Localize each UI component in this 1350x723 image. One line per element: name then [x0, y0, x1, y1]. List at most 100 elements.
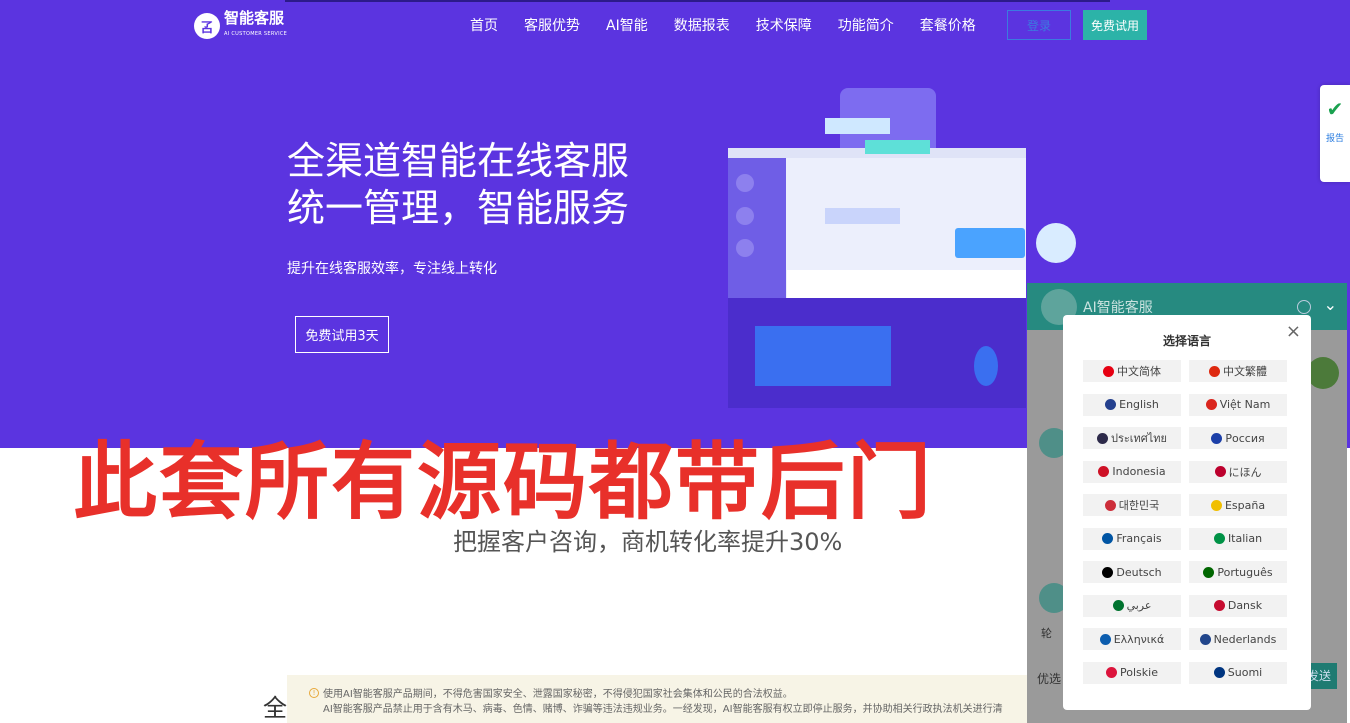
language-option[interactable]: España	[1189, 494, 1287, 516]
login-button[interactable]: 登录	[1007, 10, 1071, 40]
top-bar	[285, 0, 1110, 2]
language-label: 中文简体	[1117, 365, 1161, 378]
compliance-notice: ! 使用AI智能客服产品期间，不得危害国家安全、泄露国家秘密，不得侵犯国家社会集…	[287, 675, 1030, 723]
language-label: Français	[1116, 532, 1162, 545]
logo-icon: 叾	[194, 13, 220, 39]
flag-icon	[1096, 432, 1108, 444]
notice-line2: AI智能客服产品禁止用于含有木马、病毒、色情、赌博、诈骗等违法违规业务。一经发现…	[323, 704, 1003, 715]
flag-icon	[1210, 499, 1222, 511]
language-option[interactable]: Ελληνικά	[1083, 628, 1181, 650]
nav-ai[interactable]: AI智能	[606, 15, 648, 35]
language-option[interactable]: Français	[1083, 527, 1181, 550]
flag-icon	[1106, 667, 1118, 678]
flag-icon	[1105, 399, 1117, 410]
chevron-down-icon[interactable]: ⌄	[1324, 295, 1337, 314]
chat-title: AI智能客服	[1083, 299, 1153, 316]
nav-advantages[interactable]: 客服优势	[524, 15, 580, 35]
shield-check-icon: ✔	[1326, 97, 1344, 121]
main-nav: 首页 客服优势 AI智能 数据报表 技术保障 功能简介 套餐价格	[470, 15, 976, 35]
language-label: Việt Nam	[1219, 398, 1271, 411]
section-slogan: 把握客户咨询，商机转化率提升30%	[453, 528, 843, 556]
flag-icon	[1214, 466, 1226, 477]
language-label: Ελληνικά	[1113, 632, 1165, 646]
logo[interactable]: 叾 智能客服 AI CUSTOMER SERVICE	[194, 10, 287, 42]
flag-icon	[1211, 432, 1223, 444]
flag-icon	[1213, 600, 1225, 611]
flag-icon	[1213, 533, 1225, 544]
hero-subtitle: 提升在线客服效率，专注线上转化	[287, 261, 497, 277]
free-trial-button[interactable]: 免费试用	[1083, 10, 1147, 40]
section-heading: 全	[263, 694, 287, 722]
language-label: English	[1119, 398, 1159, 411]
nav-home[interactable]: 首页	[470, 15, 498, 35]
language-list: 中文简体 中文繁體 English Việt Nam ประเทศไทย Россия In…	[1083, 360, 1287, 684]
flag-icon	[1112, 600, 1124, 611]
logo-text: 智能客服	[224, 9, 285, 27]
language-option[interactable]: Россия	[1189, 427, 1287, 449]
language-option[interactable]: Dansk	[1189, 594, 1287, 617]
language-label: Suomi	[1227, 666, 1263, 679]
language-label: 대한민국	[1118, 499, 1160, 512]
language-option[interactable]: Polskie	[1083, 661, 1181, 684]
flag-icon	[1203, 566, 1215, 578]
nav-reports[interactable]: 数据报表	[674, 15, 730, 35]
language-label: Polskie	[1120, 666, 1158, 679]
language-option[interactable]: 대한민국	[1083, 494, 1181, 516]
language-option[interactable]: 中文简体	[1083, 360, 1181, 382]
hero-title-line1: 全渠道智能在线客服	[287, 139, 630, 183]
quick-reply-chip[interactable]: 轮	[1041, 625, 1052, 641]
language-option[interactable]: Nederlands	[1189, 628, 1287, 650]
language-label: にほん	[1228, 465, 1262, 479]
hero-title: 全渠道智能在线客服 统一管理，智能服务	[287, 138, 629, 232]
language-label: Deutsch	[1116, 565, 1162, 579]
language-option[interactable]: Indonesia	[1083, 460, 1181, 483]
warning-icon: !	[309, 688, 319, 698]
globe-icon[interactable]	[1297, 300, 1311, 314]
language-option[interactable]: ประเทศไทย	[1083, 427, 1181, 449]
language-label: ประเทศไทย	[1110, 432, 1168, 445]
nav-features[interactable]: 功能简介	[838, 15, 894, 35]
nav-tech[interactable]: 技术保障	[756, 15, 812, 35]
language-label: Россия	[1225, 431, 1265, 445]
logo-subtext: AI CUSTOMER SERVICE	[224, 31, 288, 37]
language-label: Dansk	[1227, 599, 1263, 612]
flag-icon	[1102, 566, 1114, 578]
language-option[interactable]: Italian	[1189, 527, 1287, 550]
flag-icon	[1102, 533, 1114, 544]
hero-title-line2: 统一管理，智能服务	[287, 186, 630, 230]
flag-icon	[1098, 466, 1110, 477]
nav-pricing[interactable]: 套餐价格	[920, 15, 976, 35]
flag-icon	[1199, 633, 1211, 645]
language-label: Italian	[1227, 532, 1263, 545]
chat-input-hint[interactable]: 优选	[1037, 670, 1061, 687]
language-option[interactable]: English	[1083, 393, 1181, 416]
language-option[interactable]: Deutsch	[1083, 561, 1181, 583]
language-option[interactable]: Việt Nam	[1189, 393, 1287, 416]
security-badge[interactable]: ✔ 报告	[1320, 85, 1350, 182]
flag-icon	[1104, 499, 1116, 511]
language-label: Indonesia	[1112, 465, 1166, 478]
language-option[interactable]: Português	[1189, 561, 1287, 583]
trial-3-days-button[interactable]: 免费试用3天	[295, 316, 389, 353]
flag-icon	[1209, 365, 1220, 377]
language-option[interactable]: にほん	[1189, 460, 1287, 483]
modal-title: 选择语言	[1162, 334, 1211, 348]
watermark-text: 此套所有源码都带后门	[73, 433, 934, 531]
flag-icon	[1213, 667, 1225, 678]
language-label: 中文繁體	[1223, 365, 1267, 378]
language-label: España	[1224, 498, 1266, 512]
language-label: Português	[1217, 565, 1273, 579]
notice-line1: 使用AI智能客服产品期间，不得危害国家安全、泄露国家秘密，不得侵犯国家社会集体和…	[323, 689, 793, 700]
close-icon[interactable]: ×	[1286, 321, 1301, 342]
flag-icon	[1103, 365, 1114, 377]
flag-icon	[1205, 399, 1217, 410]
badge-report-text: 报告	[1325, 134, 1344, 144]
language-label: عربي	[1126, 599, 1152, 612]
language-label: Nederlands	[1213, 632, 1277, 646]
agent-avatar	[1307, 357, 1339, 389]
language-modal: 选择语言 × 中文简体 中文繁體 English Việt Nam ประเทศไทย Р…	[1063, 315, 1311, 710]
language-option[interactable]: 中文繁體	[1189, 360, 1287, 382]
flag-icon	[1099, 633, 1111, 645]
language-option[interactable]: عربي	[1083, 594, 1181, 617]
language-option[interactable]: Suomi	[1189, 661, 1287, 684]
